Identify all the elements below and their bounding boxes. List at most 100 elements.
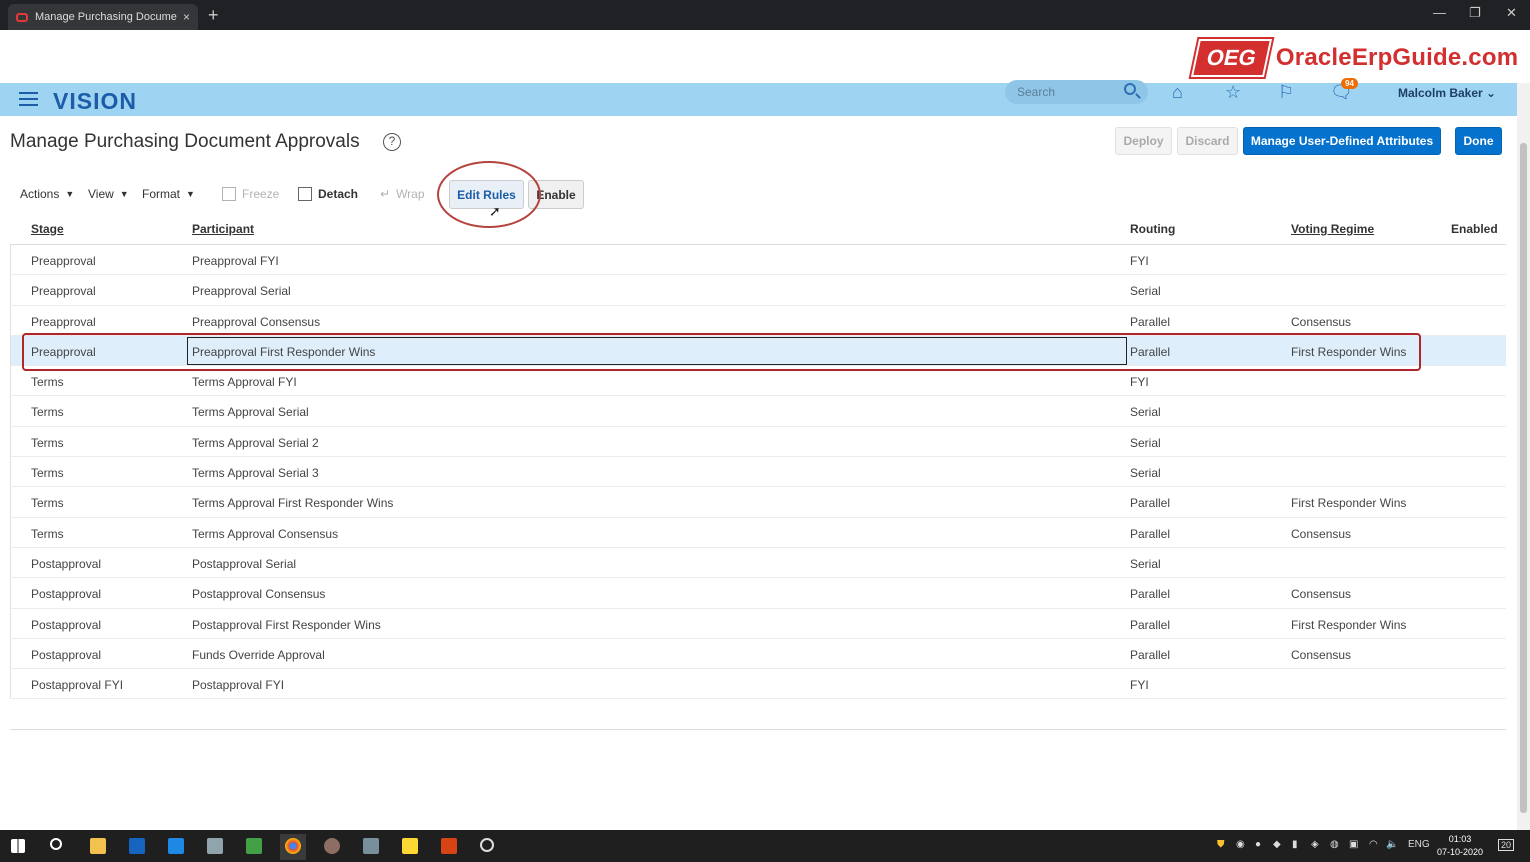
windows-taskbar: ⛊ ◉ ● ◆ ▮ ◈ ◍ ▣ ◠ 🔈 ENG 01:03 07-10-2020… [0,830,1530,862]
table-row[interactable]: Postapproval FYI Postapproval FYI FYI [10,669,1506,700]
table-row[interactable]: Terms Terms Approval Serial 2 Serial [10,426,1506,458]
row-left-border [10,638,11,669]
chrome-icon[interactable] [285,838,301,854]
view-menu[interactable]: View ▼ [88,187,129,201]
mail-icon[interactable] [168,838,184,854]
help-icon[interactable]: ? [383,133,401,151]
new-tab-button[interactable]: + [208,5,219,26]
cell-participant: Preapproval Consensus [192,314,321,329]
cell-routing: Parallel [1130,496,1171,511]
row-left-border [10,608,11,638]
scrollbar-thumb[interactable] [1520,143,1527,813]
browser-tab[interactable]: Manage Purchasing Document A × [8,4,198,30]
restore-button[interactable]: ❐ [1469,5,1481,21]
cell-participant: Preapproval FYI [192,254,279,268]
table-row[interactable]: Postapproval Postapproval Serial Serial [10,547,1506,579]
done-button[interactable]: Done [1455,127,1502,155]
tray-icon[interactable]: ◍ [1330,839,1339,850]
tab-close-icon[interactable]: × [183,10,190,24]
app-icon[interactable] [207,838,223,854]
minimize-button[interactable]: — [1433,5,1446,20]
table-row[interactable]: Terms Terms Approval Serial 3 Serial [10,457,1506,488]
column-header-stage[interactable]: Stage [31,222,64,236]
detach-icon [298,187,312,201]
cell-routing: Parallel [1130,526,1171,541]
caret-down-icon: ▼ [119,189,129,199]
watchlist-flag-icon[interactable]: ⚐ [1278,82,1294,103]
deploy-button[interactable]: Deploy [1115,127,1172,155]
column-header-voting-regime[interactable]: Voting Regime [1291,222,1374,236]
row-left-border [10,669,11,699]
format-menu[interactable]: Format ▼ [142,187,195,201]
cell-participant: Terms Approval FYI [192,375,297,390]
table-row[interactable]: Terms Terms Approval Consensus Parallel Con… [10,517,1506,548]
cell-participant: Terms Approval Serial [192,405,309,420]
system-clock[interactable]: 01:03 07-10-2020 [1437,833,1483,859]
cell-stage: Terms [31,375,64,390]
table-row[interactable]: Postapproval Postapproval First Responder… [10,608,1506,639]
cell-stage: Preapproval [31,254,96,268]
file-explorer-icon[interactable] [90,838,106,854]
row-left-border [10,396,11,426]
wrap-button[interactable]: ↵ Wrap [380,187,425,201]
cell-participant: Preapproval Serial [192,284,291,299]
volume-icon[interactable]: 🔈 [1386,839,1398,850]
favorites-star-icon[interactable]: ☆ [1225,82,1241,103]
column-header-enabled[interactable]: Enabled [1451,222,1498,236]
table-row[interactable]: Postapproval Funds Override Approval Paral… [10,638,1506,670]
clock-app-icon[interactable] [480,838,494,852]
shield-icon[interactable]: ⛊ [1217,839,1225,850]
cell-participant: Terms Approval Serial 3 [192,466,319,481]
table-toolbar: Actions ▼ View ▼ Format ▼ Freeze Detach … [0,180,700,210]
row-left-border [10,305,11,335]
close-window-button[interactable]: ✕ [1506,5,1517,21]
page-scrollbar[interactable] [1517,83,1530,830]
actions-menu[interactable]: Actions ▼ [20,187,74,201]
cell-stage: Postapproval [31,587,102,602]
table-row[interactable]: Postapproval Postapproval Consensus Parall… [10,578,1506,609]
tray-icon[interactable]: ◈ [1311,839,1319,850]
annotation-highlight-box [22,333,1421,371]
freeze-button[interactable]: Freeze [222,187,279,201]
paint-icon[interactable] [324,838,340,854]
tray-icon[interactable]: ◉ [1236,839,1245,850]
user-menu[interactable]: Malcolm Baker ⌄ [1398,86,1496,100]
wifi-icon[interactable]: ◠ [1369,839,1378,850]
search-icon[interactable] [1124,83,1136,95]
home-icon[interactable]: ⌂ [1172,82,1183,103]
cell-routing: FYI [1130,678,1149,693]
format-label: Format [142,187,181,201]
outlook-icon[interactable] [129,838,145,854]
brand-logo[interactable]: VISION [53,88,137,115]
cell-routing: Serial [1130,556,1161,571]
discard-button[interactable]: Discard [1177,127,1238,155]
windows-start-icon[interactable] [11,839,25,853]
notepad-icon[interactable] [246,838,262,854]
tray-icon[interactable]: ◆ [1273,839,1281,850]
app-icon[interactable] [363,838,379,854]
table-row[interactable]: Preapproval Preapproval Serial Serial [10,275,1506,306]
search-icon[interactable] [50,838,62,850]
table-row[interactable]: Preapproval Preapproval FYI FYI [10,245,1506,276]
action-center-icon[interactable]: 20 [1498,839,1515,851]
cell-stage: Postapproval [31,647,102,662]
tray-icon[interactable]: ● [1255,839,1261,850]
manage-user-defined-attributes-button[interactable]: Manage User-Defined Attributes [1243,127,1441,155]
column-header-routing[interactable]: Routing [1130,222,1175,236]
column-header-participant[interactable]: Participant [192,222,254,236]
table-row[interactable]: Terms Terms Approval First Responder Wins… [10,487,1506,518]
cell-participant: Postapproval Serial [192,556,297,571]
microphone-icon[interactable]: ▮ [1292,839,1298,850]
powerpoint-icon[interactable] [441,838,457,854]
row-left-border [10,245,11,275]
language-indicator[interactable]: ENG [1408,839,1430,850]
table-row[interactable]: Terms Terms Approval Serial Serial [10,396,1506,427]
sticky-notes-icon[interactable] [402,838,418,854]
table-row[interactable]: Preapproval Preapproval Consensus Parallel… [10,305,1506,336]
detach-button[interactable]: Detach [298,187,358,201]
cell-routing: Serial [1130,284,1161,299]
tray-icon[interactable]: ▣ [1349,839,1358,850]
table-bottom-divider [10,729,1506,730]
cell-stage: Terms [31,435,64,450]
hamburger-menu-icon[interactable] [19,92,38,106]
